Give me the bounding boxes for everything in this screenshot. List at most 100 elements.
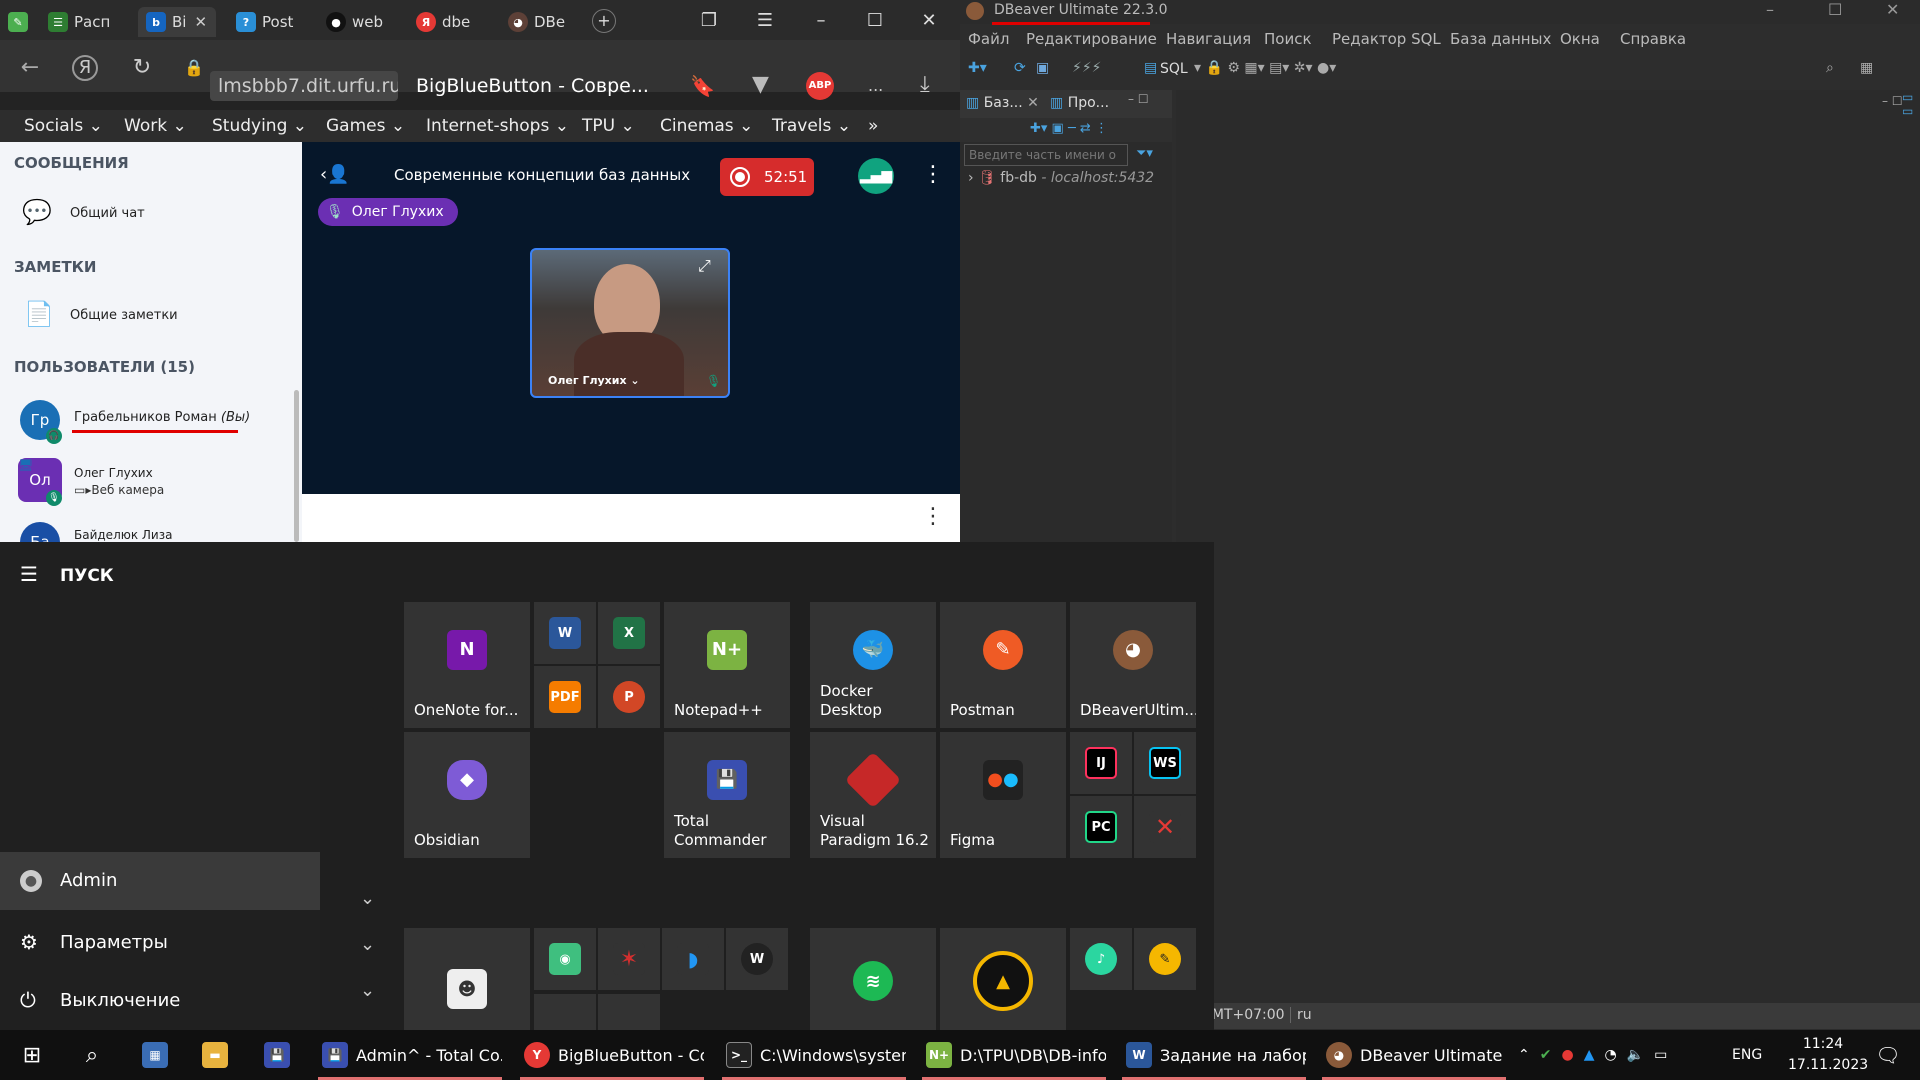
windows-start-icon[interactable]: ⊞: [14, 1030, 50, 1080]
close-tab-icon[interactable]: ✕: [194, 13, 207, 31]
perspective-icon[interactable]: ▦: [1860, 60, 1873, 76]
close-button[interactable]: ✕: [1886, 0, 1899, 19]
menu-help[interactable]: Справка: [1620, 30, 1686, 48]
tab-2[interactable]: b Bi ✕: [138, 7, 216, 37]
tile-word[interactable]: W: [534, 602, 596, 664]
public-chat-link[interactable]: Общий чат: [70, 206, 145, 221]
sql-button[interactable]: SQL: [1160, 61, 1188, 77]
scrollbar[interactable]: [294, 390, 299, 542]
bookmark-icon[interactable]: 🔖: [690, 74, 715, 98]
collections-icon[interactable]: ❐: [694, 8, 724, 34]
close-tab-icon[interactable]: ✕: [1027, 95, 1039, 111]
presenter-pill[interactable]: 🎙 Олег Глухих: [318, 198, 458, 226]
clock[interactable]: 11:24 17.11.2023: [1788, 1034, 1868, 1076]
floppy-icon[interactable]: 💾: [260, 1030, 294, 1080]
menu-search[interactable]: Поиск: [1264, 30, 1312, 48]
taskbar-item-browser[interactable]: Y BigBlueButton - Co...: [520, 1030, 704, 1080]
tile-app-partial[interactable]: [534, 994, 596, 1030]
more-options-icon[interactable]: ⋮: [922, 504, 944, 529]
tile-visual-paradigm[interactable]: Visual Paradigm 16.2: [810, 732, 936, 858]
minimize-button[interactable]: –: [1766, 0, 1774, 19]
tile-webstorm[interactable]: WS: [1134, 732, 1196, 794]
new-tab-button[interactable]: +: [592, 9, 616, 33]
power-item[interactable]: ⏻ Выключение: [0, 972, 320, 1028]
vivaldi-icon[interactable]: ▼: [752, 72, 769, 97]
filter-input[interactable]: Введите часть имени о: [964, 144, 1128, 166]
tab-pinned[interactable]: ✎: [8, 7, 30, 37]
back-icon[interactable]: ←: [16, 54, 44, 82]
calculator-icon[interactable]: ▦: [138, 1030, 172, 1080]
system-tray[interactable]: ⌃ ✔ ● ▲ ◔ 🔈 ▭: [1518, 1030, 1678, 1080]
bookmarks-more[interactable]: »: [868, 116, 878, 136]
bookmark-folder[interactable]: Cinemas ⌄: [660, 116, 753, 136]
view-controls[interactable]: – ☐: [1128, 92, 1149, 106]
fullscreen-icon[interactable]: ⤢: [698, 256, 711, 276]
recording-indicator[interactable]: 52:51: [720, 158, 814, 196]
tab-4[interactable]: ● web: [326, 7, 396, 37]
bookmark-folder[interactable]: TPU ⌄: [582, 116, 635, 136]
menu-database[interactable]: База данных: [1450, 30, 1551, 48]
close-button[interactable]: ✕: [914, 8, 944, 34]
side-trim-icons[interactable]: ▭ ▭: [1902, 90, 1920, 150]
tile-app-green[interactable]: ◉: [534, 928, 596, 990]
tile-spotify[interactable]: ≋: [810, 928, 936, 1030]
filter-icon[interactable]: ⏷▾: [1136, 146, 1153, 161]
minimize-button[interactable]: –: [806, 8, 836, 34]
menu-edit[interactable]: Редактирование: [1026, 30, 1157, 48]
tile-dbeaver[interactable]: ◕ DBeaverUltim...: [1070, 602, 1196, 728]
tile-app-robot[interactable]: ☻: [404, 928, 530, 1030]
tab-database-navigator[interactable]: ▥ Баз... ✕: [966, 95, 1039, 111]
menu-file[interactable]: Файл: [968, 30, 1009, 48]
language-indicator[interactable]: ENG: [1732, 1030, 1772, 1080]
toolbar-icons[interactable]: ▾ 🔒 ⚙ ▦▾ ▤▾ ✲▾ ●▾: [1194, 60, 1336, 76]
tab-3[interactable]: ? Post: [236, 7, 308, 37]
tile-notepadpp[interactable]: N+ Notepad++: [664, 602, 790, 728]
tile-docker[interactable]: 🐳 Docker Desktop: [810, 602, 936, 728]
menu-window[interactable]: Окна: [1560, 30, 1600, 48]
hamburger-icon[interactable]: ☰: [20, 562, 38, 586]
options-icon[interactable]: ⋮: [922, 162, 944, 187]
tile-powerpoint[interactable]: P: [598, 666, 660, 728]
refresh-icon[interactable]: ⟳: [1014, 60, 1026, 76]
connection-status-icon[interactable]: ▂▄▆: [858, 158, 894, 194]
folder-icon[interactable]: ▬: [198, 1030, 232, 1080]
bookmark-folder[interactable]: Socials ⌄: [24, 116, 103, 136]
connection-node[interactable]: › 🛢 fb-db - localhost:5432: [968, 170, 1154, 186]
bookmark-folder[interactable]: Games ⌄: [326, 116, 405, 136]
bookmark-folder[interactable]: Studying ⌄: [212, 116, 307, 136]
tile-onenote[interactable]: N OneNote for...: [404, 602, 530, 728]
view-controls[interactable]: – ☐: [1882, 94, 1903, 108]
tile-app-w[interactable]: W: [726, 928, 788, 990]
search-icon[interactable]: ⌕: [1826, 60, 1834, 76]
taskbar-item-cmd[interactable]: >_ C:\Windows\system...: [722, 1030, 906, 1080]
user-account[interactable]: ● Admin: [0, 852, 320, 910]
tile-pycharm[interactable]: PC: [1070, 796, 1132, 858]
download-icon[interactable]: ⤓: [920, 72, 930, 97]
sql-editor-icon[interactable]: ▤: [1144, 60, 1157, 76]
taskbar-item-dbeaver[interactable]: ◕ DBeaver Ultimate 2...: [1322, 1030, 1506, 1080]
folder-icon[interactable]: ▣: [1036, 60, 1049, 76]
new-connection-icon[interactable]: ✚▾: [968, 60, 987, 76]
tile-obsidian[interactable]: ◆ Obsidian: [404, 732, 530, 858]
reload-icon[interactable]: ↻: [128, 54, 156, 82]
bookmark-folder[interactable]: Work ⌄: [124, 116, 187, 136]
lock-icon[interactable]: 🔒: [180, 54, 208, 82]
notifications-icon[interactable]: 🗨: [1870, 1030, 1906, 1080]
menu-icon[interactable]: ☰: [750, 8, 780, 34]
user-name[interactable]: Байделюк Лиза: [74, 528, 172, 542]
taskbar-item-notepadpp[interactable]: N+ D:\TPU\DB\DB-info...: [922, 1030, 1106, 1080]
tile-pdf[interactable]: PDF: [534, 666, 596, 728]
connect-icon[interactable]: ⚡⚡⚡: [1072, 60, 1102, 76]
tile-app-red[interactable]: ✶: [598, 928, 660, 990]
shared-notes-link[interactable]: Общие заметки: [70, 308, 178, 323]
user-name-self[interactable]: Грабельников Роман (Вы): [74, 410, 250, 425]
tile-app-pencil[interactable]: ✎: [1134, 928, 1196, 990]
maximize-button[interactable]: ☐: [1828, 0, 1842, 19]
menu-navigate[interactable]: Навигация: [1166, 30, 1251, 48]
taskbar-item-word[interactable]: W Задание на лабор...: [1122, 1030, 1306, 1080]
video-name[interactable]: Олег Глухих ⌄: [548, 374, 640, 387]
bookmark-folder[interactable]: Travels ⌄: [772, 116, 851, 136]
tile-app-yellow[interactable]: ▲: [940, 928, 1066, 1030]
tile-total-commander[interactable]: 💾 Total Commander: [664, 732, 790, 858]
tab-5[interactable]: Яdbe: [416, 7, 480, 37]
